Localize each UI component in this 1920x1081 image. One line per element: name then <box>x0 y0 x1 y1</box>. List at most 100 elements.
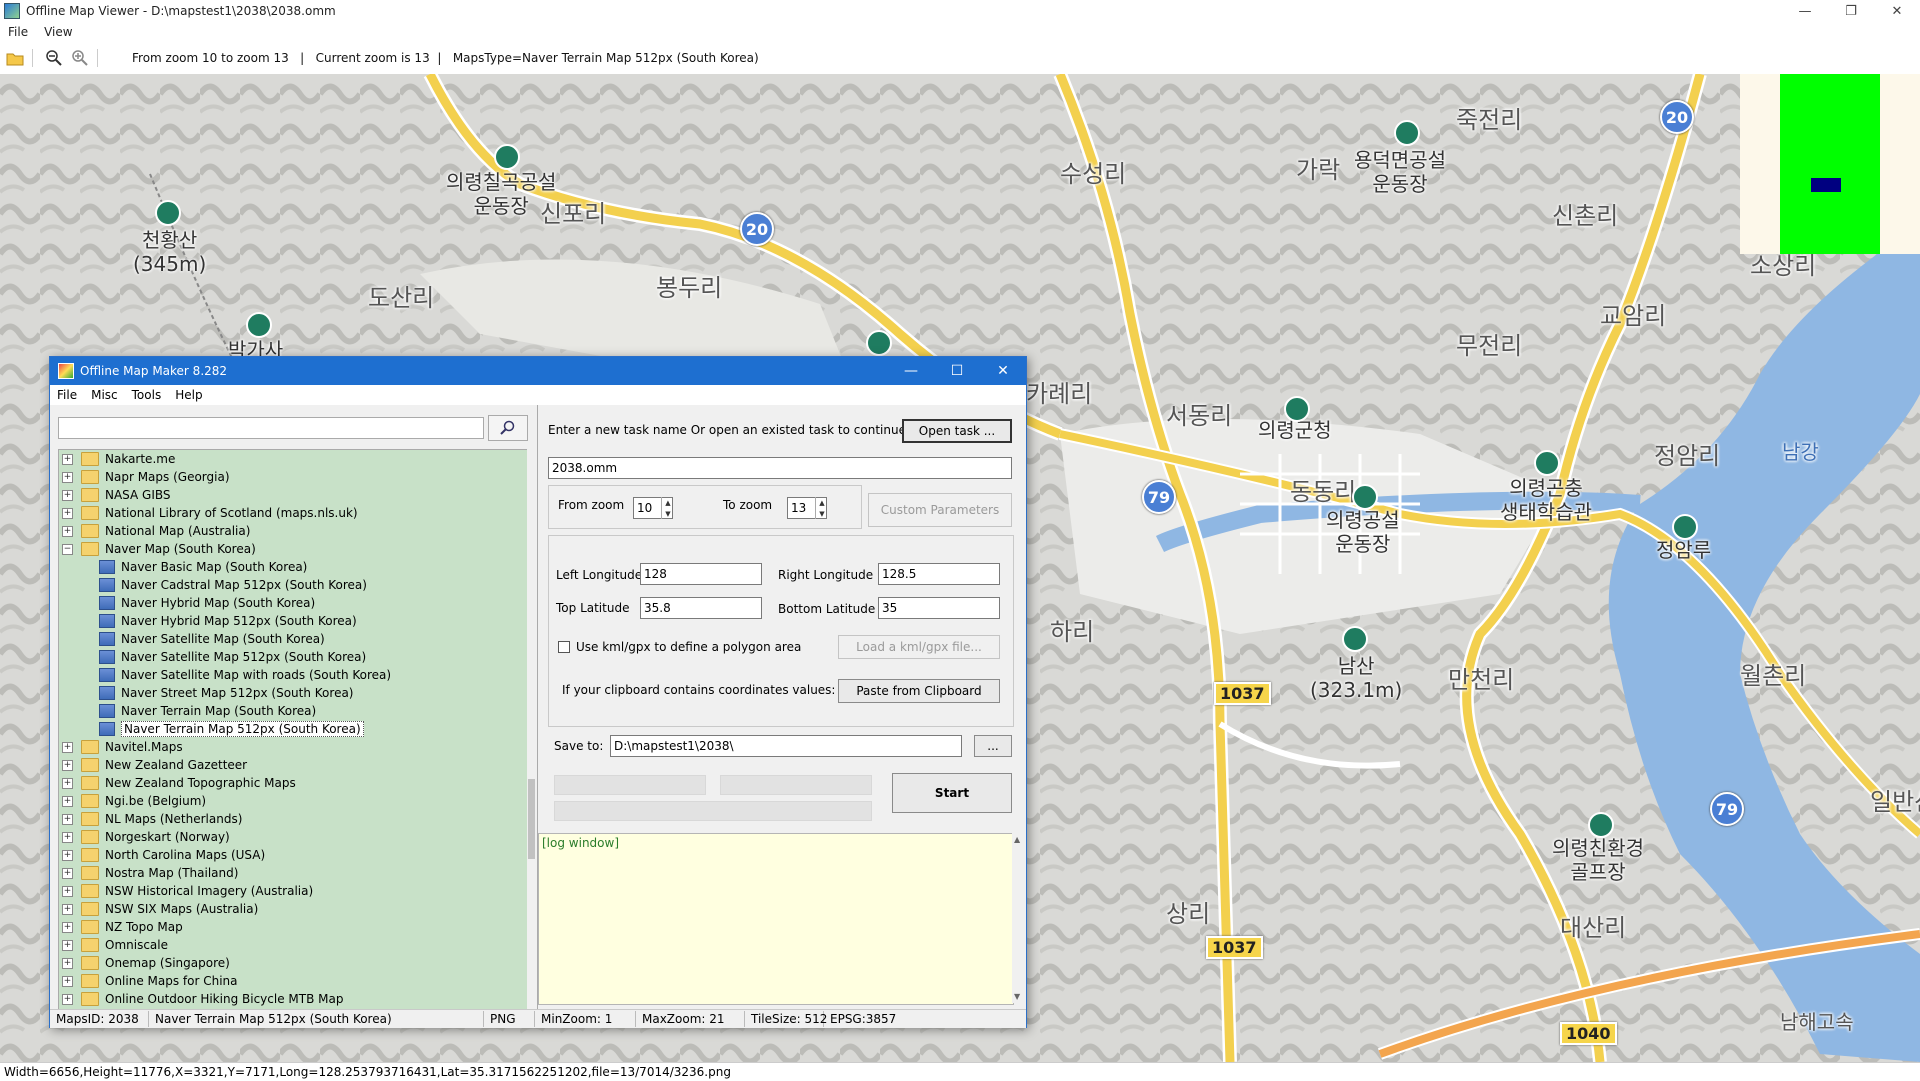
paste-clipboard-button[interactable]: Paste from Clipboard <box>838 679 1000 703</box>
tree-map-item[interactable]: Naver Satellite Map with roads (South Ko… <box>59 666 527 684</box>
tree-folder-item[interactable]: + National Map (Australia) <box>59 522 527 540</box>
scroll-down-icon[interactable]: ▼ <box>1014 992 1020 1001</box>
maximize-button[interactable]: ☐ <box>934 357 980 385</box>
tree-map-item[interactable]: Naver Terrain Map (South Korea) <box>59 702 527 720</box>
tree-scrollbar[interactable] <box>527 449 537 1009</box>
menu-file[interactable]: File <box>50 388 84 402</box>
expand-icon[interactable]: + <box>62 759 73 771</box>
log-window[interactable]: [log window] <box>538 833 1014 1005</box>
expand-icon[interactable]: + <box>62 831 73 843</box>
expand-icon[interactable]: + <box>62 471 73 483</box>
tree-folder-item[interactable]: + NL Maps (Netherlands) <box>59 810 527 828</box>
zoom-out-icon[interactable] <box>43 47 65 69</box>
scroll-up-icon[interactable]: ▲ <box>1014 835 1020 844</box>
expand-icon[interactable]: + <box>62 885 73 897</box>
start-button[interactable]: Start <box>892 773 1012 813</box>
restore-button[interactable]: ❐ <box>1828 0 1874 22</box>
minimap[interactable] <box>1740 74 1920 254</box>
tree-folder-item[interactable]: + National Library of Scotland (maps.nls.… <box>59 504 527 522</box>
expand-icon[interactable]: + <box>62 489 73 501</box>
close-button[interactable]: ✕ <box>1874 0 1920 22</box>
menu-view[interactable]: View <box>36 25 80 39</box>
tree-folder-item[interactable]: + Omniscale <box>59 936 527 954</box>
tree-folder-item[interactable]: + Online Outdoor Hiking Bicycle MTB Map <box>59 990 527 1008</box>
task-name-input[interactable]: 2038.omm <box>548 457 1012 479</box>
tree-map-item[interactable]: Naver Basic Map (South Korea) <box>59 558 527 576</box>
left-longitude-input[interactable]: 128 <box>640 563 762 585</box>
open-folder-icon[interactable] <box>4 47 26 69</box>
minimize-button[interactable]: — <box>888 357 934 385</box>
expand-icon[interactable]: + <box>62 993 73 1005</box>
expand-icon[interactable]: + <box>62 957 73 969</box>
search-input[interactable] <box>58 417 484 439</box>
expand-icon[interactable]: + <box>62 525 73 537</box>
expand-icon[interactable]: + <box>62 813 73 825</box>
search-button[interactable] <box>488 415 528 441</box>
tree-map-item[interactable]: Naver Street Map 512px (South Korea) <box>59 684 527 702</box>
expand-icon[interactable]: + <box>62 939 73 951</box>
menu-tools[interactable]: Tools <box>125 388 169 402</box>
load-kml-button[interactable]: Load a kml/gpx file... <box>838 635 1000 659</box>
browse-button[interactable]: ... <box>974 735 1012 757</box>
kml-checkbox[interactable] <box>558 641 570 653</box>
menu-misc[interactable]: Misc <box>84 388 125 402</box>
tree-folder-item[interactable]: + Nakarte.me <box>59 450 527 468</box>
tree-folder-item[interactable]: + North Carolina Maps (USA) <box>59 846 527 864</box>
tree-folder-item[interactable]: + Navitel.Maps <box>59 738 527 756</box>
tree-item-label: Onemap (Singapore) <box>105 956 230 970</box>
minimize-button[interactable]: — <box>1782 0 1828 22</box>
expand-icon[interactable]: + <box>62 795 73 807</box>
zoom-in-icon[interactable] <box>69 47 91 69</box>
to-zoom-spinner[interactable]: ▲ ▼ <box>815 497 828 519</box>
tree-map-item[interactable]: Naver Terrain Map 512px (South Korea) <box>59 720 527 738</box>
tree-map-item[interactable]: Naver Hybrid Map (South Korea) <box>59 594 527 612</box>
close-button[interactable]: ✕ <box>980 357 1026 385</box>
tree-folder-item[interactable]: + NASA GIBS <box>59 486 527 504</box>
collapse-icon[interactable]: − <box>62 543 73 555</box>
map-label-suseong: 수성리 <box>1060 160 1127 188</box>
expand-icon[interactable]: + <box>62 849 73 861</box>
open-task-button[interactable]: Open task ... <box>902 419 1012 443</box>
tree-folder-item[interactable]: + Nostra Map (Thailand) <box>59 864 527 882</box>
tree-folder-item[interactable]: + NZ Topo Map <box>59 918 527 936</box>
tree-map-item[interactable]: Naver Satellite Map 512px (South Korea) <box>59 648 527 666</box>
tree-folder-item[interactable]: + New Zealand Gazetteer <box>59 756 527 774</box>
right-longitude-input[interactable]: 128.5 <box>878 563 1000 585</box>
tree-folder-item[interactable]: + Ngi.be (Belgium) <box>59 792 527 810</box>
viewer-toolbar: From zoom 10 to zoom 13 | Current zoom i… <box>0 42 1920 75</box>
tree-map-item[interactable]: Naver Satellite Map (South Korea) <box>59 630 527 648</box>
expand-icon[interactable]: + <box>62 867 73 879</box>
tree-folder-item[interactable]: + Norgeskart (Norway) <box>59 828 527 846</box>
menu-file[interactable]: File <box>0 25 36 39</box>
tree-folder-item[interactable]: + New Zealand Topographic Maps <box>59 774 527 792</box>
expand-icon[interactable]: + <box>62 975 73 987</box>
expand-icon[interactable]: + <box>62 903 73 915</box>
save-to-input[interactable]: D:\mapstest1\2038\ <box>610 735 962 757</box>
map-source-tree[interactable]: + Nakarte.me + Napr Maps (Georgia) + NASA GIB… <box>58 449 528 1011</box>
top-latitude-input[interactable]: 35.8 <box>640 597 762 619</box>
expand-icon[interactable]: + <box>62 777 73 789</box>
tree-map-item[interactable]: Naver Hybrid Map 512px (South Korea) <box>59 612 527 630</box>
tree-item-label: North Carolina Maps (USA) <box>105 848 266 862</box>
menu-help[interactable]: Help <box>168 388 209 402</box>
tree-item-label: NZ Topo Map <box>105 920 183 934</box>
custom-parameters-button[interactable]: Custom Parameters <box>868 493 1012 527</box>
folder-icon <box>81 794 99 808</box>
expand-icon[interactable]: + <box>62 507 73 519</box>
tree-folder-item[interactable]: + NSW SIX Maps (Australia) <box>59 900 527 918</box>
expand-icon[interactable]: + <box>62 921 73 933</box>
tree-item-label: Omniscale <box>105 938 168 952</box>
expand-icon[interactable]: + <box>62 741 73 753</box>
tree-folder-item[interactable]: + NSW Historical Imagery (Australia) <box>59 882 527 900</box>
tree-folder-item[interactable]: + Online Maps for China <box>59 972 527 990</box>
minimap-viewport <box>1811 178 1841 192</box>
tree-map-item[interactable]: Naver Cadstral Map 512px (South Korea) <box>59 576 527 594</box>
scrollbar-thumb[interactable] <box>528 779 535 859</box>
tree-folder-item[interactable]: + Onemap (Singapore) <box>59 954 527 972</box>
from-zoom-spinner[interactable]: ▲ ▼ <box>661 497 674 519</box>
log-scrollbar[interactable]: ▲ ▼ <box>1012 833 1024 1003</box>
tree-folder-item[interactable]: − Naver Map (South Korea) <box>59 540 527 558</box>
bottom-latitude-input[interactable]: 35 <box>878 597 1000 619</box>
tree-folder-item[interactable]: + Napr Maps (Georgia) <box>59 468 527 486</box>
expand-icon[interactable]: + <box>62 453 73 465</box>
